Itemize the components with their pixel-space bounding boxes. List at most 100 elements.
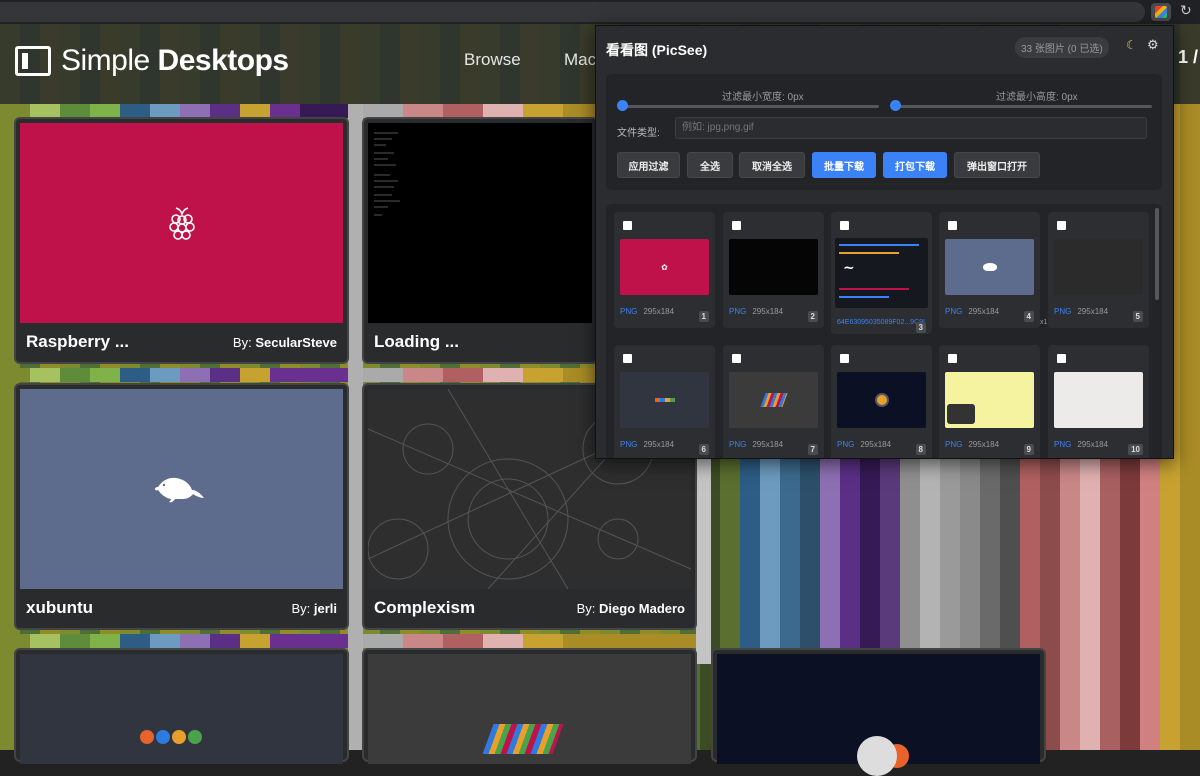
wallpaper-thumbnail[interactable] bbox=[20, 654, 343, 764]
image-info: PNG 295x184 bbox=[620, 307, 674, 316]
wallpaper-card[interactable] bbox=[16, 650, 347, 764]
nav-browse[interactable]: Browse bbox=[464, 50, 521, 70]
gear-icon[interactable]: ⚙ bbox=[1147, 37, 1159, 53]
author-name[interactable]: SecularSteve bbox=[255, 335, 337, 350]
image-size: 295x184 bbox=[1077, 440, 1109, 449]
camera-icon bbox=[947, 404, 975, 424]
color-band bbox=[0, 368, 348, 382]
browser-toolbar: ↻ bbox=[0, 0, 1200, 24]
min-height-slider[interactable] bbox=[893, 105, 1152, 108]
batch-download-button[interactable]: 批量下载 bbox=[812, 152, 876, 178]
image-tile[interactable]: PNG 295x184 8 bbox=[831, 345, 932, 458]
wallpaper-thumbnail[interactable] bbox=[368, 123, 592, 323]
select-checkbox[interactable] bbox=[948, 354, 957, 363]
apply-filter-button[interactable]: 应用过滤 bbox=[617, 152, 680, 178]
wallpaper-thumbnail[interactable] bbox=[20, 389, 343, 589]
image-tile[interactable]: ✿ PNG 295x184 1 bbox=[614, 212, 715, 328]
wallpaper-thumbnail[interactable] bbox=[368, 654, 691, 764]
select-checkbox[interactable] bbox=[840, 221, 849, 230]
card-title[interactable]: Loading ... bbox=[374, 332, 459, 352]
image-info: PNG 295x184 bbox=[1054, 307, 1108, 316]
picsee-popup: 看看图 (PicSee) 33 张图片 (0 已选) ☾ ⚙ 过滤最小宽度: 0… bbox=[595, 25, 1174, 459]
scrollbar[interactable] bbox=[1155, 208, 1159, 300]
image-tile[interactable]: PNG 295x184 6 bbox=[614, 345, 715, 458]
wallpaper-thumbnail[interactable] bbox=[717, 654, 1040, 776]
image-index: 3 bbox=[915, 322, 926, 333]
select-checkbox[interactable] bbox=[623, 221, 632, 230]
image-tile[interactable]: PNG 295x184 10 bbox=[1048, 345, 1149, 458]
select-all-button[interactable]: 全选 bbox=[687, 152, 733, 178]
moon-icon[interactable]: ☾ bbox=[1126, 38, 1137, 52]
wallpaper-card[interactable]: xubuntu By: jerli bbox=[16, 385, 347, 628]
select-checkbox[interactable] bbox=[732, 221, 741, 230]
reload-icon[interactable]: ↻ bbox=[1180, 3, 1192, 19]
open-popup-window-button[interactable]: 弹出窗口打开 bbox=[954, 152, 1040, 178]
select-checkbox[interactable] bbox=[1057, 221, 1066, 230]
deselect-all-button[interactable]: 取消全选 bbox=[739, 152, 805, 178]
card-title[interactable]: Raspberry ... bbox=[26, 332, 129, 352]
image-size: 295x184 bbox=[643, 307, 675, 316]
wallpaper-card[interactable]: Loading ... bbox=[364, 119, 596, 362]
nav-mac[interactable]: Mac bbox=[564, 50, 596, 70]
logo-icon bbox=[15, 46, 51, 76]
wallpaper-card[interactable]: Raspberry ... By: SecularSteve bbox=[16, 119, 347, 362]
image-index: 4 bbox=[1023, 311, 1034, 322]
image-thumbnail[interactable] bbox=[1054, 372, 1143, 428]
wallpaper-thumbnail[interactable] bbox=[20, 123, 343, 323]
min-height-slider-handle[interactable] bbox=[890, 100, 901, 111]
books-art-icon bbox=[759, 393, 788, 407]
image-thumbnail[interactable] bbox=[729, 372, 818, 428]
image-filename[interactable]: 64E63095035089F02...9C9! bbox=[837, 319, 925, 326]
browser-logos-icon bbox=[654, 398, 675, 402]
image-info: PNG 295x184 bbox=[945, 307, 999, 316]
image-thumbnail[interactable]: ~ bbox=[835, 238, 928, 308]
column-gutter bbox=[348, 104, 363, 750]
image-index: 1 bbox=[698, 311, 709, 322]
color-band bbox=[363, 634, 696, 648]
image-thumbnail[interactable] bbox=[620, 372, 709, 428]
image-size: 295x184 bbox=[752, 307, 784, 316]
color-band bbox=[0, 634, 348, 648]
address-bar[interactable] bbox=[0, 2, 1145, 22]
select-checkbox[interactable] bbox=[732, 354, 741, 363]
image-thumbnail[interactable] bbox=[837, 372, 926, 428]
image-index: 5 bbox=[1132, 311, 1143, 322]
terminal-text-icon bbox=[374, 132, 400, 216]
card-title[interactable]: Complexism bbox=[374, 598, 475, 618]
author-name[interactable]: jerli bbox=[314, 601, 337, 616]
select-checkbox[interactable] bbox=[1057, 354, 1066, 363]
image-tile[interactable]: PNG 295x184 2 bbox=[723, 212, 824, 328]
image-format: PNG bbox=[620, 307, 638, 316]
image-thumbnail[interactable] bbox=[1054, 239, 1143, 295]
image-tile[interactable]: ~ 64E63095035089F02...9C9! 3 bbox=[831, 212, 932, 334]
select-checkbox[interactable] bbox=[840, 354, 849, 363]
image-thumbnail[interactable] bbox=[945, 239, 1034, 295]
image-info: PNG 295x184 bbox=[729, 307, 783, 316]
image-size: 295x184 bbox=[860, 440, 892, 449]
image-thumbnail[interactable]: ✿ bbox=[620, 239, 709, 295]
zip-download-button[interactable]: 打包下载 bbox=[883, 152, 947, 178]
select-checkbox[interactable] bbox=[623, 354, 632, 363]
image-tile[interactable]: PNG 295x184 7 bbox=[723, 345, 824, 458]
image-tile[interactable]: PNG 295x184 5 bbox=[1048, 212, 1149, 328]
image-tile[interactable]: PNG 295x184 4 x1 bbox=[939, 212, 1047, 328]
card-title[interactable]: xubuntu bbox=[26, 598, 93, 618]
image-size: 295x184 bbox=[1077, 307, 1109, 316]
picsee-extension-icon[interactable] bbox=[1151, 3, 1171, 21]
image-size: 295x184 bbox=[643, 440, 675, 449]
select-checkbox[interactable] bbox=[948, 221, 957, 230]
wallpaper-card[interactable] bbox=[364, 650, 695, 764]
site-logo[interactable]: Simple Desktops bbox=[15, 44, 289, 78]
image-format: PNG bbox=[729, 440, 747, 449]
by-label: By: bbox=[576, 601, 596, 616]
min-width-slider-handle[interactable] bbox=[617, 100, 628, 111]
image-tile[interactable]: PNG 295x184 9 bbox=[939, 345, 1040, 458]
mouse-icon bbox=[982, 263, 997, 271]
card-author: By: SecularSteve bbox=[233, 335, 337, 350]
wallpaper-card[interactable] bbox=[713, 650, 1044, 776]
file-type-input[interactable] bbox=[675, 117, 1147, 139]
author-name[interactable]: Diego Madero bbox=[599, 601, 685, 616]
image-thumbnail[interactable] bbox=[945, 372, 1034, 428]
min-width-slider[interactable] bbox=[620, 105, 879, 108]
image-thumbnail[interactable] bbox=[729, 239, 818, 295]
